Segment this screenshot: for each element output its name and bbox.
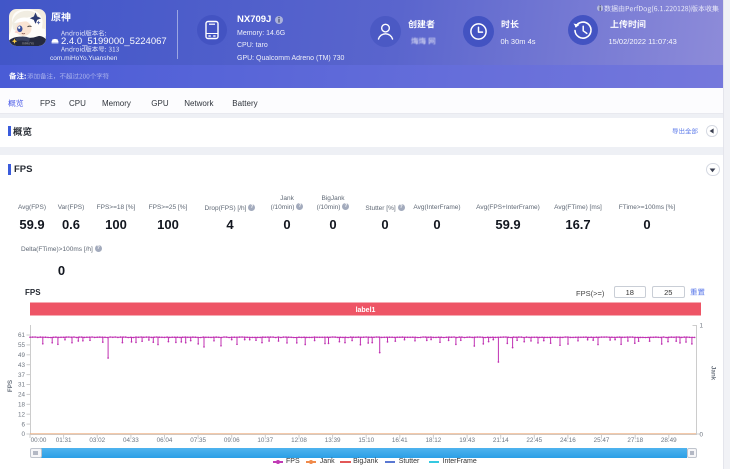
svg-text:49: 49 — [18, 352, 26, 359]
svg-text:28:49: 28:49 — [661, 437, 677, 444]
svg-text:12: 12 — [18, 411, 26, 418]
svg-text:6: 6 — [21, 421, 25, 428]
svg-text:13:39: 13:39 — [325, 437, 341, 444]
svg-text:55: 55 — [18, 342, 26, 349]
svg-text:18:12: 18:12 — [426, 437, 442, 444]
svg-text:61: 61 — [18, 332, 26, 339]
svg-text:label1: label1 — [356, 307, 376, 314]
svg-text:43: 43 — [18, 362, 26, 369]
svg-text:16:41: 16:41 — [392, 437, 408, 444]
svg-text:07:35: 07:35 — [190, 437, 206, 444]
svg-text:01:31: 01:31 — [56, 437, 72, 444]
svg-text:24: 24 — [18, 392, 26, 399]
svg-text:0: 0 — [21, 431, 25, 438]
svg-text:FPS: FPS — [7, 380, 14, 392]
svg-text:miHoYo: miHoYo — [22, 42, 34, 46]
svg-text:24:16: 24:16 — [560, 437, 576, 444]
svg-text:27:18: 27:18 — [627, 437, 643, 444]
svg-text:18: 18 — [18, 402, 26, 409]
svg-text:0: 0 — [700, 432, 704, 439]
svg-text:Jank: Jank — [710, 366, 717, 381]
svg-text:09:06: 09:06 — [224, 437, 240, 444]
svg-text:37: 37 — [18, 372, 26, 379]
svg-text:19:43: 19:43 — [459, 437, 475, 444]
svg-text:06:04: 06:04 — [157, 437, 173, 444]
svg-text:25:47: 25:47 — [594, 437, 610, 444]
svg-text:15:10: 15:10 — [358, 437, 374, 444]
svg-text:12:08: 12:08 — [291, 437, 307, 444]
svg-text:1: 1 — [700, 323, 704, 330]
svg-text:21:14: 21:14 — [493, 437, 509, 444]
svg-text:04:33: 04:33 — [123, 437, 139, 444]
svg-text:10:37: 10:37 — [257, 437, 273, 444]
svg-text:31: 31 — [18, 382, 26, 389]
svg-text:22:45: 22:45 — [526, 437, 542, 444]
svg-text:03:02: 03:02 — [89, 437, 105, 444]
svg-text:00:00: 00:00 — [31, 437, 47, 444]
